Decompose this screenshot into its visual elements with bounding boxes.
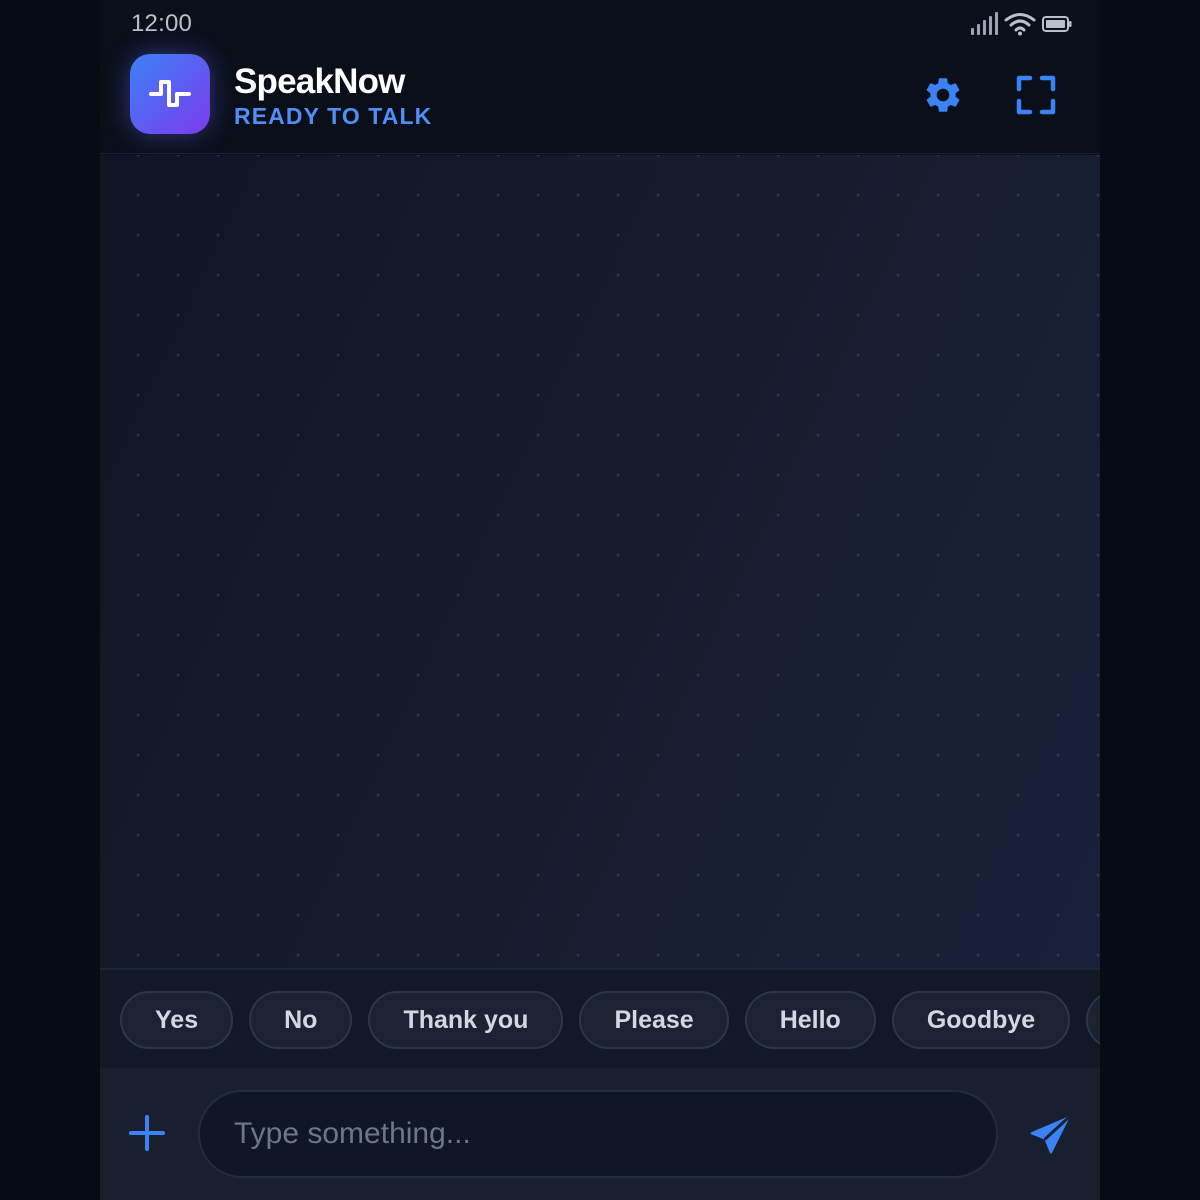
gear-icon [926,78,960,112]
plus-icon [129,1115,165,1151]
add-button[interactable] [122,1108,172,1158]
wifi-icon [1004,13,1036,36]
quick-reply-chip[interactable]: Yes [120,991,234,1049]
fullscreen-icon [1016,75,1056,115]
quick-reply-chip[interactable]: Thank you [368,991,564,1049]
quick-reply-chip[interactable]: Hello [744,991,876,1049]
message-input[interactable] [198,1090,998,1178]
app-logo [130,54,210,134]
connection-status: READY TO TALK [234,103,433,129]
battery-icon [1042,16,1072,32]
quick-reply-chip[interactable]: Please [579,991,729,1049]
quick-reply-chip[interactable]: No [249,991,353,1049]
send-button[interactable] [1022,1108,1078,1164]
settings-button[interactable] [918,70,968,120]
quick-replies-track: Yes No Thank you Please Hello Goodbye [120,991,1100,1049]
signal-icon [971,12,998,35]
phone-screen: 12:00 SpeakNow READY TO TALK Yes No Than… [100,0,1100,1200]
app-header: SpeakNow READY TO TALK [100,48,1100,154]
message-area[interactable] [100,155,1100,968]
quick-reply-chip[interactable]: Goodbye [891,991,1071,1049]
waveform-icon [149,80,191,107]
quick-reply-chip[interactable] [1086,991,1100,1049]
status-time: 12:00 [131,10,193,37]
status-bar: 12:00 [100,0,1100,48]
send-icon [1030,1116,1070,1154]
quick-replies-bar: Yes No Thank you Please Hello Goodbye [100,968,1100,1068]
message-composer [100,1068,1100,1200]
status-icons [970,10,1072,38]
fullscreen-button[interactable] [1011,70,1061,120]
app-title: SpeakNow [234,62,405,101]
